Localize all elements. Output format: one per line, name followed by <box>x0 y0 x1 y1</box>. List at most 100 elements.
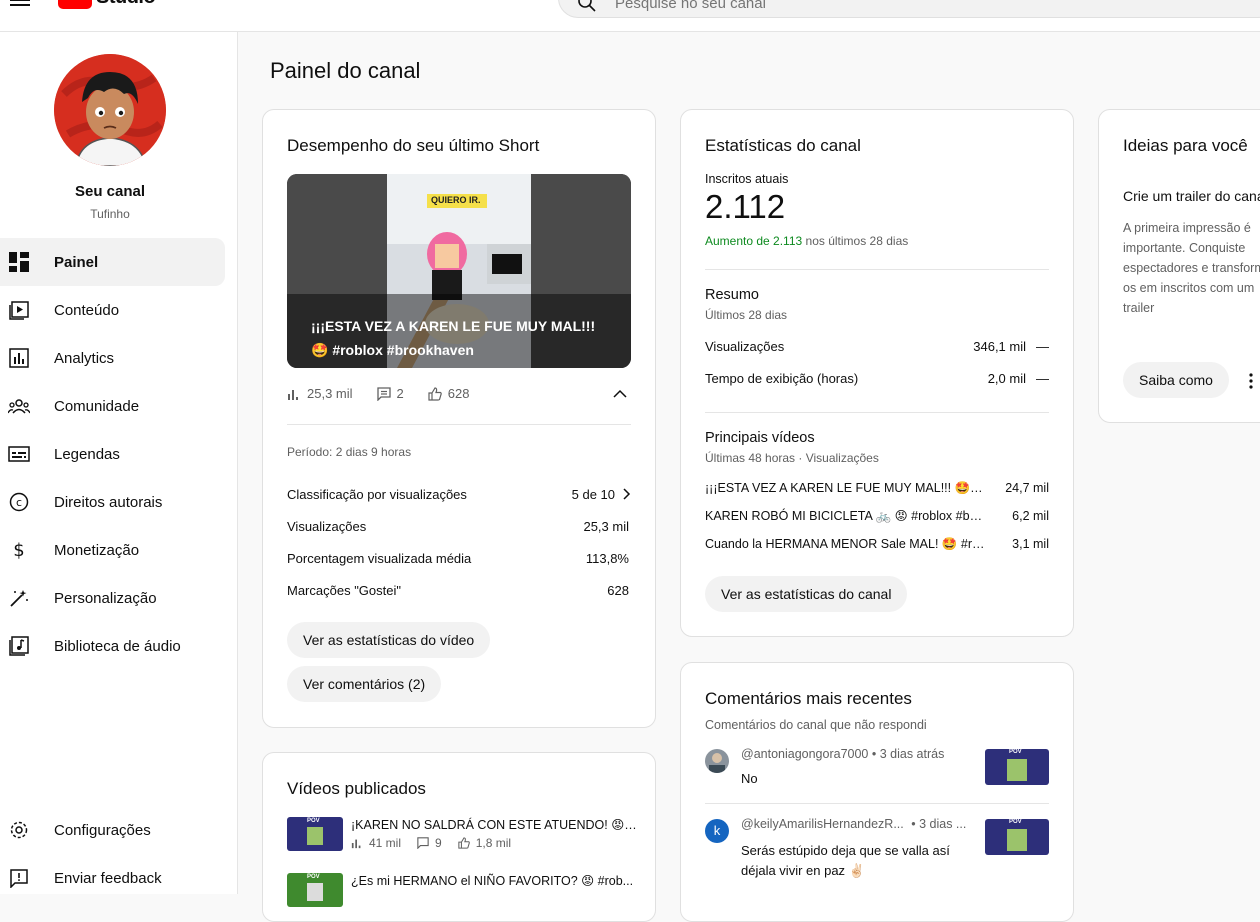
short-thumbnail[interactable]: QUIERO IR. ¡¡¡ESTA VEZ A KAREN LE FUE MU… <box>287 174 631 368</box>
views-stat: 25,3 mil <box>287 386 353 401</box>
sidebar-item-label: Monetização <box>54 541 140 559</box>
likes-stat: 1,8 mil <box>458 836 511 850</box>
sidebar-item-label: Configurações <box>54 821 151 839</box>
comment-video-thumbnail[interactable]: POV <box>985 819 1049 855</box>
thumb-figure <box>307 883 323 901</box>
metric-value: 5 de 10 <box>571 486 615 502</box>
metric-label: Visualizações <box>287 518 367 534</box>
sidebar-nav: Painel Conteúdo Analytics Comunidade Leg… <box>0 238 238 670</box>
top-video-row[interactable]: ¡¡¡ESTA VEZ A KAREN LE FUE MUY MAL!!! 🤩 … <box>705 474 1049 502</box>
top-bar: Studio <box>0 0 1260 32</box>
monetization-icon: $ <box>8 539 30 561</box>
avatar-illustration <box>54 54 166 166</box>
comment-icon <box>376 386 391 401</box>
sidebar-item-label: Legendas <box>54 445 120 463</box>
idea-subtitle: Crie um trailer do canal <box>1123 188 1260 204</box>
summary-value: 2,0 mil <box>987 370 1026 386</box>
sidebar-item-conteudo[interactable]: Conteúdo <box>0 286 225 334</box>
youtube-logo-icon <box>58 0 92 9</box>
top-video-row[interactable]: Cuando la HERMANA MENOR Sale MAL! 🤩 #ro.… <box>705 530 1049 558</box>
search-box[interactable] <box>558 0 1260 18</box>
divider <box>705 269 1049 270</box>
customization-icon <box>8 587 30 609</box>
published-video-row[interactable]: POV ¡KAREN NO SALDRÁ CON ESTE ATUENDO! 😡… <box>287 817 637 851</box>
comments-stat: 9 <box>417 836 442 850</box>
commenter-avatar: k <box>705 819 729 843</box>
channel-name: Seu canal <box>74 183 146 200</box>
thumb-figure <box>1007 759 1027 781</box>
published-videos-card: Vídeos publicados POV ¡KAREN NO SALDRÁ C… <box>262 752 656 922</box>
summary-title: Resumo <box>705 287 759 303</box>
card-title: Comentários mais recentes <box>705 689 912 708</box>
published-video-row[interactable]: POV ¿Es mi HERMANO el NIÑO FAVORITO? 😡 #… <box>287 873 637 907</box>
top-video-row[interactable]: KAREN ROBÓ MI BICICLETA 🚲 😡 #roblox #bro… <box>705 502 1049 530</box>
views-stat: 41 mil <box>351 836 401 850</box>
metric-row[interactable]: Classificação por visualizações 5 de 10 <box>287 478 631 510</box>
video-info: ¿Es mi HERMANO el NIÑO FAVORITO? 😡 #rob.… <box>351 873 637 907</box>
avatar-letter: k <box>713 823 721 838</box>
page-title: Painel do canal <box>270 58 421 83</box>
comment-author[interactable]: @antoniagongora7000 <box>741 747 868 761</box>
comment-icon <box>417 837 429 849</box>
sidebar-item-analytics[interactable]: Analytics <box>0 334 225 382</box>
comment-text: No <box>741 771 758 786</box>
sidebar-item-painel[interactable]: Painel <box>0 238 225 286</box>
like-icon <box>428 386 442 401</box>
chevron-up-icon[interactable] <box>613 389 627 399</box>
top-video-title: KAREN ROBÓ MI BICICLETA 🚲 😡 #roblox #bro… <box>705 509 985 523</box>
comment-text: Serás estúpido deja que se valla así déj… <box>741 843 950 878</box>
sidebar-item-label: Conteúdo <box>54 301 120 319</box>
comment-item[interactable]: @antoniagongora7000 • 3 dias atrás No PO… <box>705 747 1049 803</box>
more-options-icon[interactable] <box>1249 373 1253 389</box>
divider <box>705 803 1049 804</box>
dashboard-icon <box>8 251 30 273</box>
channel-avatar[interactable] <box>54 54 166 166</box>
sidebar: Seu canal Tufinho Painel Conteúdo Analyt… <box>0 32 238 894</box>
learn-how-button[interactable]: Saiba como <box>1123 362 1229 398</box>
card-title: Ideias para você <box>1123 136 1248 155</box>
view-channel-stats-button[interactable]: Ver as estatísticas do canal <box>705 576 908 612</box>
ideas-card-clip: Ideias para você Crie um trailer do cana… <box>1098 109 1260 423</box>
trend-flat-icon: — <box>1036 370 1049 386</box>
card-title: Desempenho do seu último Short <box>287 136 540 155</box>
sidebar-item-enviar-feedback[interactable]: Enviar feedback <box>0 854 225 902</box>
sidebar-item-direitos-autorais[interactable]: c Direitos autorais <box>0 478 225 526</box>
subtitles-icon <box>8 443 30 465</box>
hamburger-menu-icon[interactable] <box>10 0 30 6</box>
last-short-card: Desempenho do seu último Short QUIERO IR… <box>262 109 656 728</box>
search-input[interactable] <box>615 0 1115 12</box>
sidebar-item-comunidade[interactable]: Comunidade <box>0 382 225 430</box>
metric-value: 628 <box>607 582 629 598</box>
analytics-icon <box>8 347 30 369</box>
comment-item[interactable]: k @keilyAmarilisHernandezR... • 3 dias .… <box>705 817 1049 887</box>
sidebar-item-legendas[interactable]: Legendas <box>0 430 225 478</box>
feedback-icon <box>8 867 30 889</box>
sidebar-item-biblioteca-de-audio[interactable]: Biblioteca de áudio <box>0 622 225 670</box>
search-icon[interactable] <box>577 0 597 13</box>
sidebar-item-personalizacao[interactable]: Personalização <box>0 574 225 622</box>
sidebar-item-configuracoes[interactable]: Configurações <box>0 806 225 854</box>
card-title: Vídeos publicados <box>287 779 426 798</box>
summary-row: Visualizações 346,1 mil — <box>705 330 1049 362</box>
divider <box>287 424 631 425</box>
sidebar-item-monetizacao[interactable]: $ Monetização <box>0 526 225 574</box>
comment-video-thumbnail[interactable]: POV <box>985 749 1049 785</box>
likes-stat: 628 <box>428 386 469 401</box>
bar-chart-icon <box>351 839 361 849</box>
comment-time: • 3 dias atrás <box>871 747 945 761</box>
view-video-stats-button[interactable]: Ver as estatísticas do vídeo <box>287 622 491 658</box>
short-title: ¡¡¡ESTA VEZ A KAREN LE FUE MUY MAL!!! 🤩 … <box>311 314 621 362</box>
thumb-figure <box>1007 829 1027 851</box>
thumb-label: POV <box>1009 749 1022 755</box>
metric-value: 113,8% <box>585 550 629 566</box>
metric-row: Visualizações 25,3 mil <box>287 510 631 542</box>
view-comments-button[interactable]: Ver comentários (2) <box>287 666 442 702</box>
video-info: ¡KAREN NO SALDRÁ CON ESTE ATUENDO! 😡 ...… <box>351 817 637 851</box>
sidebar-item-label: Comunidade <box>54 397 140 415</box>
studio-logo[interactable]: Studio <box>58 0 156 9</box>
comment-author[interactable]: @keilyAmarilisHernandezR... <box>741 817 904 831</box>
content-icon <box>8 299 30 321</box>
sidebar-item-label: Direitos autorais <box>54 493 163 511</box>
metric-label: Marcações "Gostei" <box>287 582 401 598</box>
short-hashtags: 🤩 #roblox #brookhaven <box>311 342 474 358</box>
